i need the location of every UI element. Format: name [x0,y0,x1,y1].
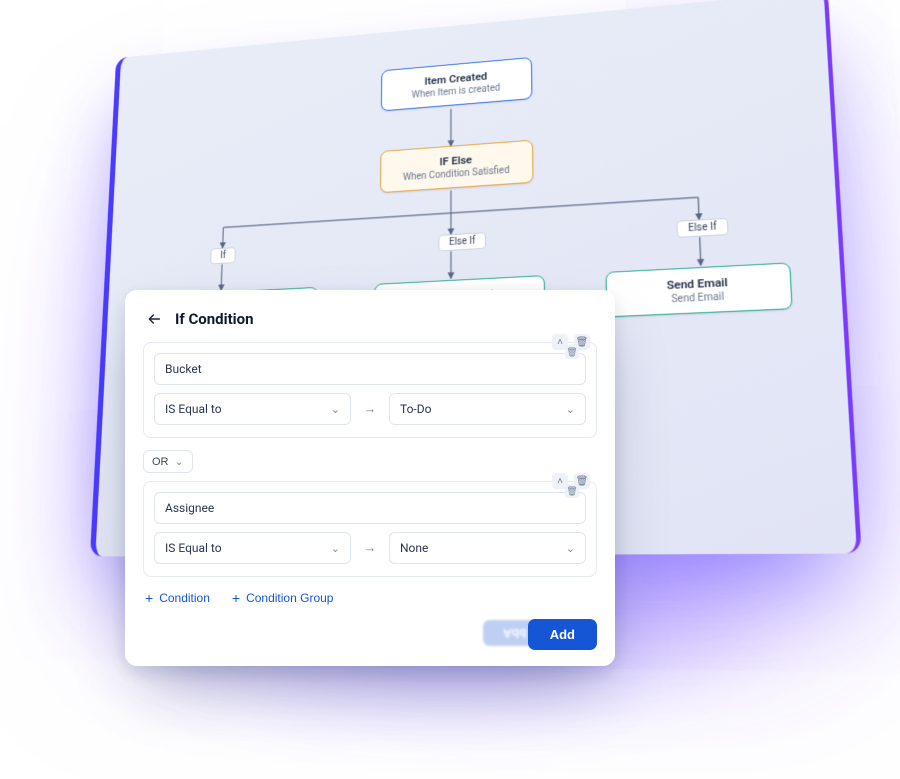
add-condition-group-button[interactable]: + Condition Group [232,591,334,605]
value-text: None [400,541,428,555]
panel-title: If Condition [175,310,254,328]
trash-icon: 🗑 [566,486,577,497]
logic-join-select[interactable]: OR ⌄ [143,450,193,473]
operator-value: IS Equal to [165,541,222,555]
branch-chip-if[interactable]: If [210,247,236,264]
node-action-send-email[interactable]: Send Email Send Email [605,262,792,317]
trash-icon: 🗑 [566,347,577,358]
operator-select[interactable]: IS Equal to ⌄ [154,532,351,564]
field-value: Assignee [165,501,214,515]
value-select[interactable]: To-Do ⌄ [389,393,586,425]
arrow-left-icon [146,311,162,327]
node-if-else[interactable]: IF Else When Condition Satisfied [380,140,533,193]
branch-chip-elseif-1[interactable]: Else If [438,232,486,251]
delete-condition-button[interactable]: 🗑 [565,484,579,498]
chevron-down-icon: ⌄ [331,542,340,555]
if-condition-panel: If Condition ˄ 🗑 Bucket 🗑 IS Equal to ⌄ … [125,290,615,666]
chevron-down-icon: ⌄ [566,542,575,555]
field-select[interactable]: Bucket 🗑 [154,353,586,385]
value-select[interactable]: None ⌄ [389,532,586,564]
delete-condition-button[interactable]: 🗑 [565,345,579,359]
arrow-right-icon: → [359,394,381,424]
node-subtitle: Send Email [630,289,767,307]
add-condition-button[interactable]: + Condition [145,591,210,605]
arrow-right-icon: → [359,533,381,563]
chevron-up-icon: ˄ [557,476,563,487]
chevron-down-icon: ⌄ [566,403,575,416]
add-group-label: Condition Group [246,591,333,605]
add-condition-label: Condition [159,591,210,605]
submit-button[interactable]: Add [528,619,597,650]
value-text: To-Do [400,402,431,416]
operator-select[interactable]: IS Equal to ⌄ [154,393,351,425]
plus-icon: + [232,591,240,605]
node-trigger[interactable]: Item Created When Item is created [381,57,532,111]
plus-icon: + [145,591,153,605]
field-value: Bucket [165,362,202,376]
chevron-down-icon: ⌄ [175,455,184,468]
operator-value: IS Equal to [165,402,222,416]
branch-chip-elseif-2[interactable]: Else If [676,218,728,238]
node-title: Send Email [629,273,766,294]
field-select[interactable]: Assignee 🗑 [154,492,586,524]
logic-join-label: OR [152,456,169,468]
chevron-down-icon: ⌄ [331,403,340,416]
back-button[interactable] [143,308,165,330]
chevron-up-icon: ˄ [557,337,563,348]
submit-label: Add [550,627,575,642]
condition-group-1: ˄ 🗑 Bucket 🗑 IS Equal to ⌄ → To-Do ⌄ [143,342,597,438]
condition-group-2: ˄ 🗑 Assignee 🗑 IS Equal to ⌄ → None ⌄ [143,481,597,577]
